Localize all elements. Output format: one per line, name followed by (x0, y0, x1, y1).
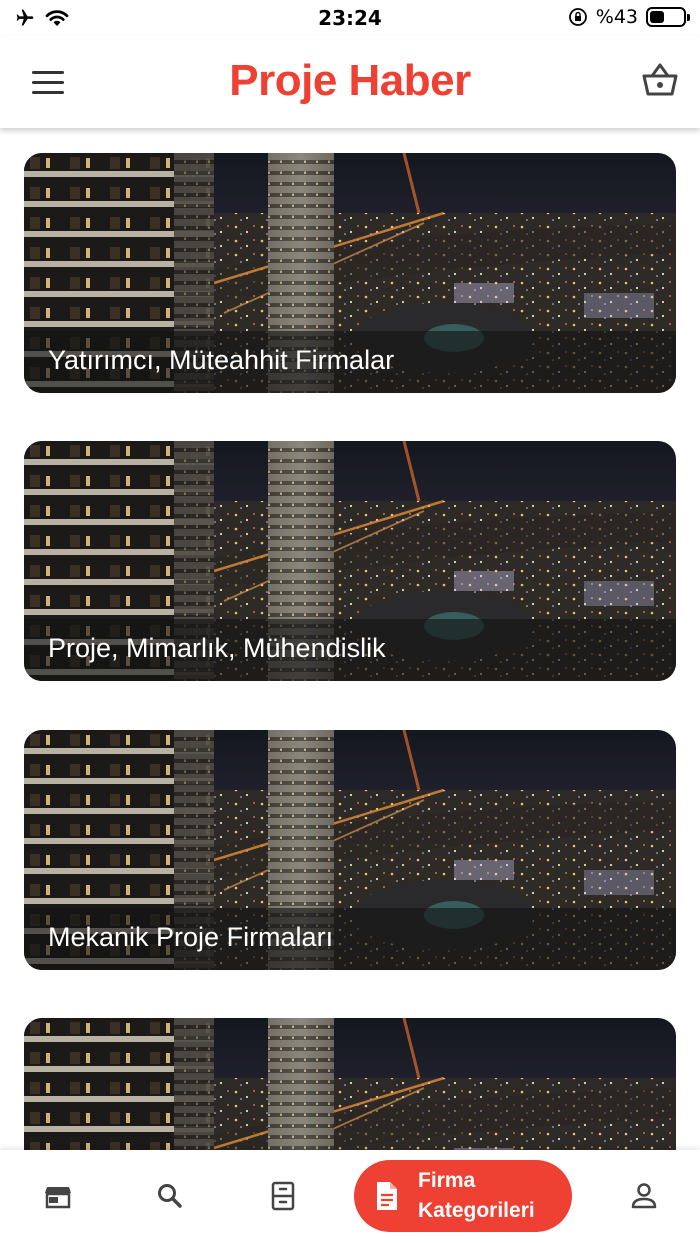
category-list: Yatırımcı, Müteahhit Firmalar Proje, Mim… (0, 128, 700, 1150)
storefront-icon[interactable] (40, 1178, 76, 1214)
category-card[interactable] (24, 1018, 676, 1150)
category-card-label: Yatırımcı, Müteahhit Firmalar (24, 331, 676, 393)
orientation-lock-icon (568, 8, 587, 26)
bottom-navigation: Firma Kategorileri (0, 1150, 700, 1244)
battery-percent: %43 (595, 6, 638, 28)
nav-firma-kategorileri[interactable]: Firma Kategorileri (354, 1160, 572, 1232)
category-card-label: Proje, Mimarlık, Mühendislik (24, 619, 676, 681)
status-right: %43 (568, 6, 690, 28)
document-icon (377, 1182, 397, 1210)
status-bar: 23:24 %43 (0, 0, 700, 36)
category-card[interactable]: Proje, Mimarlık, Mühendislik (24, 441, 676, 681)
battery-icon (646, 7, 690, 27)
search-icon[interactable] (152, 1178, 188, 1214)
battery-fill (650, 11, 664, 23)
category-card-label: Mekanik Proje Firmaları (24, 908, 676, 970)
city-night-photo (24, 1018, 676, 1150)
shopping-basket-icon[interactable] (638, 58, 682, 102)
category-card[interactable]: Yatırımcı, Müteahhit Firmalar (24, 153, 676, 393)
app-title: Proje Haber (229, 56, 471, 105)
category-card[interactable]: Mekanik Proje Firmaları (24, 730, 676, 970)
filing-cabinet-icon[interactable] (265, 1178, 301, 1214)
user-icon[interactable] (626, 1178, 662, 1214)
app-header: Proje Haber (0, 36, 700, 128)
nav-active-label: Firma Kategorileri (418, 1169, 535, 1222)
